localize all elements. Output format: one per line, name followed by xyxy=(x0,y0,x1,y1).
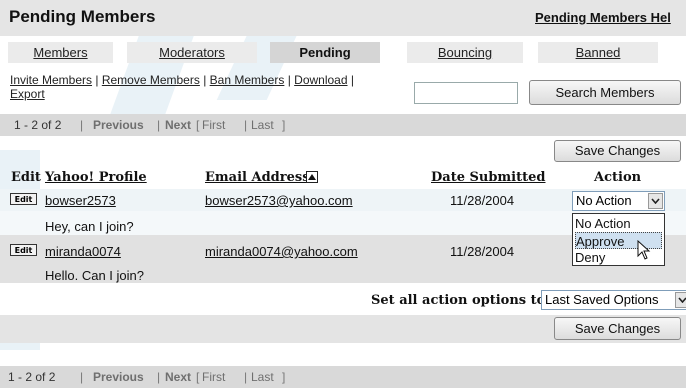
result-count: 1 - 2 of 2 xyxy=(14,118,62,132)
pager-top: 1 - 2 of 2 | Previous | Next [ First | L… xyxy=(0,114,686,136)
sort-up-icon[interactable] xyxy=(306,171,318,183)
search-members-button[interactable]: Search Members xyxy=(529,80,681,105)
bulk-action-select[interactable]: Last Saved Options xyxy=(541,290,686,310)
save-changes-button[interactable]: Save Changes xyxy=(554,140,681,162)
tab-bouncing[interactable]: Bouncing xyxy=(407,42,523,63)
first-link[interactable]: First xyxy=(202,114,225,136)
help-link[interactable]: Pending Members Hel xyxy=(535,10,671,25)
mouse-pointer-icon xyxy=(637,239,651,263)
edit-member-button[interactable]: Edit xyxy=(10,244,37,256)
date-submitted: 11/28/2004 xyxy=(450,193,515,208)
action-select-value: No Action xyxy=(576,193,632,208)
pager-separator: | xyxy=(80,118,84,132)
date-column-header[interactable]: Date Submitted xyxy=(431,170,546,185)
tab-banned[interactable]: Banned xyxy=(538,42,658,63)
edit-member-button[interactable]: Edit xyxy=(10,193,37,205)
member-message: Hey, can I join? xyxy=(45,219,134,234)
profile-link[interactable]: miranda0074 xyxy=(45,244,121,259)
separator: | xyxy=(92,73,102,87)
previous-link[interactable]: Previous xyxy=(93,366,144,388)
search-input[interactable] xyxy=(414,82,518,104)
bracket: [ xyxy=(196,370,200,384)
tab-moderators[interactable]: Moderators xyxy=(127,42,257,63)
email-link[interactable]: miranda0074@yahoo.com xyxy=(205,244,358,259)
pager-separator: | xyxy=(80,370,84,384)
option-no-action[interactable]: No Action xyxy=(575,215,662,232)
pager-separator: | xyxy=(157,118,161,132)
pager-separator: | xyxy=(157,370,161,384)
previous-link[interactable]: Previous xyxy=(93,114,144,136)
pager-bottom: 1 - 2 of 2 | Previous | Next [ First | L… xyxy=(0,366,686,388)
profile-column-header[interactable]: Yahoo! Profile xyxy=(45,170,147,185)
next-link[interactable]: Next xyxy=(165,114,191,136)
tab-pending[interactable]: Pending xyxy=(270,42,380,63)
result-count: 1 - 2 of 2 xyxy=(8,370,56,384)
export-link[interactable]: Export xyxy=(10,87,45,101)
bracket: ] xyxy=(282,118,286,132)
pager-separator: | xyxy=(244,118,248,132)
separator: | xyxy=(284,73,295,87)
next-link[interactable]: Next xyxy=(165,366,191,388)
email-column-header[interactable]: Email Address xyxy=(205,170,310,185)
date-submitted: 11/28/2004 xyxy=(450,244,515,259)
bulk-action-value: Last Saved Options xyxy=(545,292,659,307)
title-bar: Pending Members Pending Members Hel xyxy=(0,0,686,36)
chevron-down-icon[interactable] xyxy=(648,193,663,209)
pager-separator: | xyxy=(244,370,248,384)
separator: | xyxy=(199,73,210,87)
download-link[interactable]: Download xyxy=(294,73,347,87)
bracket: [ xyxy=(196,118,200,132)
separator: | xyxy=(347,73,354,87)
profile-link[interactable]: bowser2573 xyxy=(45,193,116,208)
last-link[interactable]: Last xyxy=(251,114,274,136)
member-actions: Invite Members | Remove Members | Ban Me… xyxy=(10,73,410,101)
remove-members-link[interactable]: Remove Members xyxy=(102,73,200,87)
first-link[interactable]: First xyxy=(202,366,225,388)
tab-row: Members Moderators Pending Bouncing Bann… xyxy=(0,42,686,63)
action-column-header: Action xyxy=(594,170,642,185)
ban-members-link[interactable]: Ban Members xyxy=(210,73,285,87)
chevron-down-icon[interactable] xyxy=(675,292,686,308)
member-message: Hello. Can I join? xyxy=(45,268,144,283)
invite-members-link[interactable]: Invite Members xyxy=(10,73,92,87)
action-select[interactable]: No Action xyxy=(572,191,665,211)
email-link[interactable]: bowser2573@yahoo.com xyxy=(205,193,353,208)
bulk-action-label: Set all action options to: xyxy=(371,293,551,308)
action-dropdown-list: No Action Approve Deny xyxy=(572,213,665,266)
edit-column-header: Edit xyxy=(11,170,41,185)
last-link[interactable]: Last xyxy=(251,366,274,388)
bracket: ] xyxy=(282,370,286,384)
tab-members[interactable]: Members xyxy=(8,42,113,63)
page-title: Pending Members xyxy=(9,7,156,26)
save-changes-button-bottom[interactable]: Save Changes xyxy=(554,317,681,340)
